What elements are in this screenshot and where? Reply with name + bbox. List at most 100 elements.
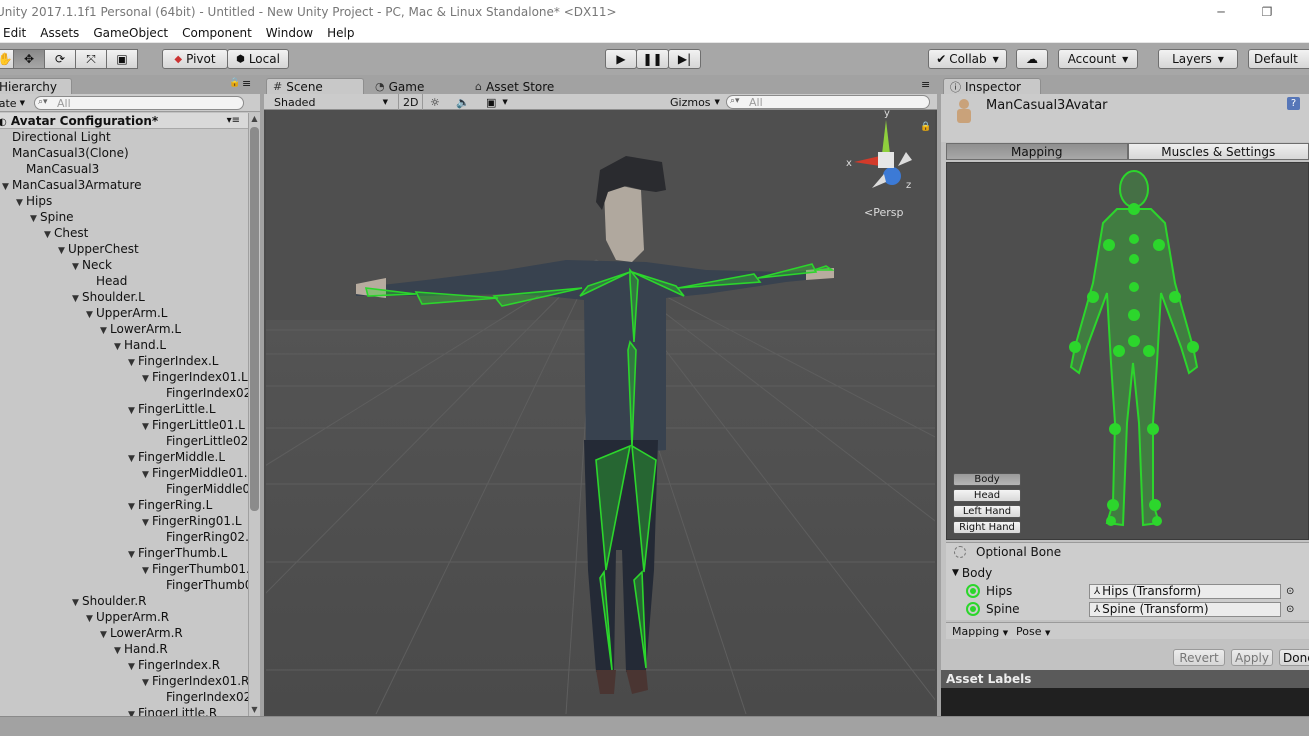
cloud-button[interactable]: ☁: [1016, 49, 1048, 69]
2d-toggle[interactable]: 2D: [398, 94, 424, 110]
persp-label[interactable]: <Persp: [864, 206, 903, 219]
hierarchy-item[interactable]: FingerLittle02.L: [0, 433, 248, 449]
hierarchy-item[interactable]: ▼ Chest: [0, 225, 248, 241]
body-group-foldout[interactable]: ▼ Body: [946, 564, 1309, 582]
scene-menu-icon[interactable]: ▾≡: [227, 113, 240, 129]
menu-edit[interactable]: Edit: [0, 26, 33, 40]
menu-window[interactable]: Window: [259, 26, 320, 40]
hierarchy-item[interactable]: ▼ Hand.R: [0, 641, 248, 657]
pivot-toggle[interactable]: ◆ Pivot: [162, 49, 228, 69]
hierarchy-item[interactable]: ▼ FingerIndex.R: [0, 657, 248, 673]
hips-transform-field[interactable]: ⅄ Hips (Transform): [1089, 583, 1281, 599]
mapping-dropdown[interactable]: Mapping ▼: [952, 625, 1008, 638]
lock-icon[interactable]: 🔒: [920, 122, 931, 132]
object-picker-icon[interactable]: ⊙: [1286, 586, 1294, 597]
hierarchy-item[interactable]: ▼ UpperArm.R: [0, 609, 248, 625]
move-tool-button[interactable]: ✥: [13, 49, 45, 69]
hierarchy-item[interactable]: ▼ Hand.L: [0, 337, 248, 353]
menu-gameobject[interactable]: GameObject: [86, 26, 175, 40]
lighting-toggle[interactable]: ☼: [430, 94, 440, 110]
tab-hierarchy[interactable]: Hierarchy: [0, 78, 72, 94]
hierarchy-item[interactable]: ▼ FingerThumb01.L: [0, 561, 248, 577]
left-hand-view-button[interactable]: Left Hand: [953, 505, 1021, 518]
hierarchy-item[interactable]: ▼ Shoulder.R: [0, 593, 248, 609]
pose-dropdown[interactable]: Pose ▼: [1016, 625, 1050, 638]
hierarchy-item[interactable]: ▼ FingerLittle01.L: [0, 417, 248, 433]
done-button[interactable]: Done: [1279, 649, 1309, 666]
hierarchy-item[interactable]: Head: [0, 273, 248, 289]
spine-transform-field[interactable]: ⅄ Spine (Transform): [1089, 601, 1281, 617]
rotate-tool-button[interactable]: ⟳: [44, 49, 76, 69]
layers-dropdown[interactable]: Layers ▼: [1158, 49, 1238, 69]
hierarchy-item[interactable]: ManCasual3(Clone): [0, 145, 248, 161]
help-icon[interactable]: ?: [1287, 97, 1300, 110]
hierarchy-item[interactable]: ▼ FingerRing.L: [0, 497, 248, 513]
hierarchy-item[interactable]: ▼ Shoulder.L: [0, 289, 248, 305]
menu-help[interactable]: Help: [320, 26, 361, 40]
object-picker-icon[interactable]: ⊙: [1286, 604, 1294, 615]
tab-muscles-settings[interactable]: Muscles & Settings: [1127, 143, 1309, 160]
asset-labels-header[interactable]: Asset Labels: [941, 670, 1309, 688]
hierarchy-item[interactable]: ▼ FingerIndex01.R: [0, 673, 248, 689]
hierarchy-item[interactable]: FingerIndex02.R: [0, 689, 248, 705]
step-button[interactable]: ▶|: [668, 49, 701, 69]
scroll-up-icon[interactable]: ▲: [249, 114, 260, 123]
hierarchy-item[interactable]: Directional Light: [0, 129, 248, 145]
hierarchy-item[interactable]: ▼ FingerRing01.L: [0, 513, 248, 529]
tab-asset-store[interactable]: ⌂ Asset Store: [468, 78, 561, 94]
scale-tool-button[interactable]: ⤧: [75, 49, 107, 69]
hierarchy-item[interactable]: ▼ FingerLittle.L: [0, 401, 248, 417]
audio-toggle[interactable]: 🔈: [456, 94, 470, 110]
hierarchy-item[interactable]: ▼ UpperChest: [0, 241, 248, 257]
restore-button[interactable]: ❐: [1244, 0, 1290, 23]
create-dropdown[interactable]: Create▼: [0, 96, 30, 110]
hierarchy-item[interactable]: ▼ FingerLittle.R: [0, 705, 248, 716]
right-hand-view-button[interactable]: Right Hand: [953, 521, 1021, 534]
hierarchy-item[interactable]: ▼ FingerIndex.L: [0, 353, 248, 369]
tab-mapping[interactable]: Mapping: [946, 143, 1128, 160]
avatar-body-view[interactable]: Body Head Left Hand Right Hand: [946, 162, 1309, 540]
hierarchy-item[interactable]: FingerMiddle02.L: [0, 481, 248, 497]
play-button[interactable]: ▶: [605, 49, 637, 69]
head-view-button[interactable]: Head: [953, 489, 1021, 502]
hierarchy-search-input[interactable]: ⌕▾ All: [34, 96, 244, 110]
shading-dropdown[interactable]: Shaded ▼: [274, 94, 390, 110]
rect-tool-button[interactable]: ▣: [106, 49, 138, 69]
pause-button[interactable]: ❚❚: [636, 49, 669, 69]
revert-button[interactable]: Revert: [1173, 649, 1225, 666]
scene-search-input[interactable]: ⌕▾ All: [726, 95, 930, 109]
scene-viewport[interactable]: y x z 🔒 <Persp: [266, 110, 935, 714]
tab-game[interactable]: ◔ Game: [368, 78, 431, 94]
gizmos-dropdown[interactable]: Gizmos ▼: [670, 94, 720, 110]
tab-inspector[interactable]: ⓘ Inspector: [943, 78, 1041, 94]
hierarchy-item[interactable]: ManCasual3: [0, 161, 248, 177]
hierarchy-scrollbar[interactable]: ▲ ▼: [248, 113, 260, 716]
menu-component[interactable]: Component: [175, 26, 259, 40]
hierarchy-item[interactable]: ▼ FingerMiddle.L: [0, 449, 248, 465]
hierarchy-item[interactable]: FingerIndex02.L: [0, 385, 248, 401]
scroll-down-icon[interactable]: ▼: [249, 705, 260, 714]
hand-tool-button[interactable]: ✋: [0, 49, 14, 69]
effects-dropdown[interactable]: ▣ ▼: [486, 94, 508, 110]
panel-menu-icon[interactable]: ≡: [921, 78, 930, 91]
lock-icon[interactable]: 🔒: [229, 78, 240, 88]
hierarchy-item[interactable]: ▼ UpperArm.L: [0, 305, 248, 321]
hierarchy-item[interactable]: ▼ Hips: [0, 193, 248, 209]
tab-scene[interactable]: # Scene: [266, 78, 364, 94]
layout-dropdown[interactable]: Default: [1248, 49, 1309, 69]
hierarchy-item[interactable]: FingerThumb02.L: [0, 577, 248, 593]
hierarchy-item[interactable]: ▼ ManCasual3Armature: [0, 177, 248, 193]
expand-arrow-icon[interactable]: ▼: [128, 707, 138, 716]
local-toggle[interactable]: ⬢ Local: [227, 49, 289, 69]
hierarchy-item[interactable]: ▼ FingerMiddle01.L: [0, 465, 248, 481]
hierarchy-item[interactable]: ▼ FingerThumb.L: [0, 545, 248, 561]
panel-menu-icon[interactable]: ≡: [242, 77, 251, 90]
minimize-button[interactable]: ─: [1198, 0, 1244, 23]
hierarchy-item[interactable]: ▼ Neck: [0, 257, 248, 273]
menu-assets[interactable]: Assets: [33, 26, 86, 40]
hierarchy-item[interactable]: ▼ FingerIndex01.L: [0, 369, 248, 385]
apply-button[interactable]: Apply: [1231, 649, 1273, 666]
hierarchy-item[interactable]: ▼ Spine: [0, 209, 248, 225]
body-view-button[interactable]: Body: [953, 473, 1021, 486]
scene-header[interactable]: ◐ Avatar Configuration* ▾≡: [0, 113, 248, 129]
